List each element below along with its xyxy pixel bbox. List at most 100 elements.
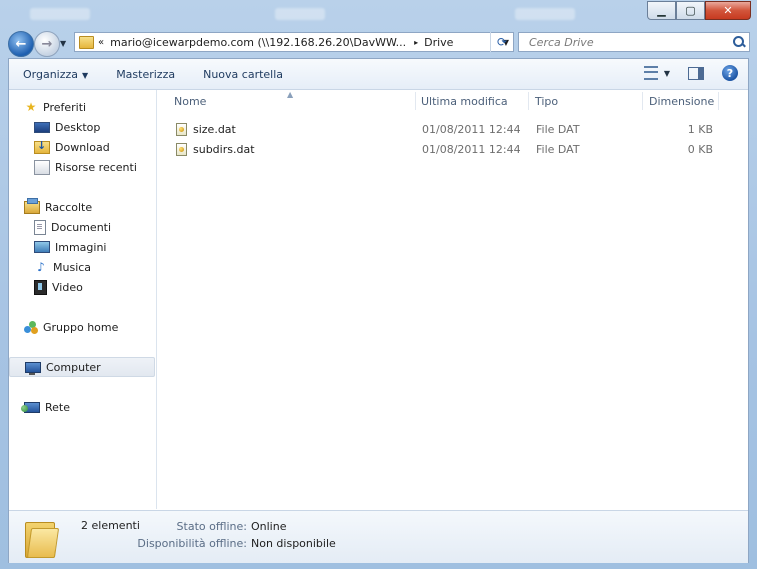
nav-music[interactable]: ♪ Musica [9, 257, 155, 277]
organize-menu-button[interactable]: Organizza ▼ [23, 68, 88, 81]
nav-label: Computer [46, 360, 101, 374]
details-pane: 2 elementi Stato offline: Online Disponi… [9, 510, 748, 563]
close-icon: ✕ [723, 4, 733, 17]
file-modified: 01/08/2011 12:44 [422, 122, 521, 136]
address-overflow-chevron[interactable]: « [98, 37, 104, 48]
homegroup-dot [31, 326, 38, 334]
new-folder-button[interactable]: Nuova cartella [203, 68, 283, 81]
maximize-icon: ▢ [685, 4, 696, 17]
column-label: Ultima modifica [421, 94, 508, 108]
nav-homegroup[interactable]: Gruppo home [9, 317, 155, 337]
forward-arrow-icon: → [41, 36, 53, 52]
file-type: File DAT [536, 142, 580, 156]
maximize-button[interactable]: ▢ [676, 1, 705, 20]
document-icon [34, 219, 46, 235]
minimize-icon: ▁ [657, 4, 666, 17]
file-row[interactable]: size.dat 01/08/2011 12:44 File DAT 1 KB [157, 119, 747, 139]
file-name: subdirs.dat [193, 142, 255, 156]
chevron-down-icon: ▼ [82, 70, 89, 80]
column-header-name[interactable]: Nome ▲ [157, 90, 415, 112]
navigation-pane: ★ Preferiti Desktop Download Risorse rec… [9, 90, 157, 509]
column-header-type[interactable]: Tipo [528, 90, 642, 112]
blurred-title-text [515, 8, 575, 20]
nav-label: Rete [45, 400, 70, 414]
file-name-cell[interactable]: size.dat [176, 119, 236, 139]
address-path-segment[interactable]: mario@icewarpdemo.com (\\192.168.26.20\D… [110, 36, 406, 49]
nav-libraries[interactable]: Raccolte [9, 197, 155, 217]
blurred-title-text [275, 8, 325, 20]
nav-favorites[interactable]: ★ Preferiti [9, 97, 155, 117]
nav-images[interactable]: Immagini [9, 237, 155, 257]
column-divider[interactable] [718, 92, 719, 110]
title-bar[interactable]: ▁ ▢ ✕ [0, 0, 757, 28]
offline-availability-label: Disponibilità offline: [137, 537, 247, 550]
view-options-dropdown[interactable]: ▼ [664, 69, 670, 78]
libraries-icon [24, 197, 40, 214]
file-name-cell[interactable]: subdirs.dat [176, 139, 255, 159]
address-row: ← → ▼ « mario@icewarpdemo.com (\\192.168… [0, 28, 757, 58]
file-size: 0 KB [687, 142, 713, 156]
back-arrow-icon: ← [15, 36, 27, 52]
nav-label: Immagini [55, 240, 107, 254]
recent-pages-dropdown[interactable]: ▼ [60, 39, 66, 48]
sort-ascending-icon: ▲ [287, 90, 294, 99]
back-button[interactable]: ← [8, 31, 34, 57]
column-label: Tipo [535, 94, 559, 108]
music-note-icon: ♪ [37, 260, 45, 274]
burn-label: Masterizza [116, 67, 176, 81]
search-input[interactable] [527, 34, 721, 50]
preview-pane-icon[interactable] [688, 66, 704, 80]
search-box[interactable] [518, 32, 750, 52]
nav-network[interactable]: Rete [9, 397, 155, 417]
file-type: File DAT [536, 122, 580, 136]
file-row[interactable]: subdirs.dat 01/08/2011 12:44 File DAT 0 … [157, 139, 747, 159]
file-modified: 01/08/2011 12:44 [422, 142, 521, 156]
nav-desktop[interactable]: Desktop [9, 117, 155, 137]
refresh-icon: ⟳ [496, 35, 508, 49]
burn-button[interactable]: Masterizza [116, 68, 175, 81]
file-name: size.dat [193, 122, 236, 136]
nav-video[interactable]: Video [9, 277, 155, 297]
close-button[interactable]: ✕ [705, 1, 751, 20]
refresh-button[interactable]: ⟳ [490, 32, 513, 52]
network-icon [21, 401, 40, 413]
nav-label: Desktop [55, 120, 101, 134]
nav-label: Documenti [51, 220, 112, 234]
address-bar[interactable]: « mario@icewarpdemo.com (\\192.168.26.20… [74, 32, 514, 52]
minimize-button[interactable]: ▁ [647, 1, 676, 20]
homegroup-icon [24, 320, 38, 334]
nav-label: Risorse recenti [55, 160, 137, 174]
offline-status-label: Stato offline: [176, 520, 247, 533]
forward-button[interactable]: → [34, 31, 60, 57]
search-icon[interactable] [733, 36, 745, 48]
nav-download[interactable]: Download [9, 137, 155, 157]
nav-documents[interactable]: Documenti [9, 217, 155, 237]
explorer-window: ▁ ▢ ✕ ← → ▼ « mario@icewarpdemo.com (\\1… [0, 0, 757, 569]
nav-label: Raccolte [45, 200, 93, 214]
nav-label: Gruppo home [43, 320, 119, 334]
column-header-modified[interactable]: Ultima modifica [415, 90, 528, 112]
star-icon: ★ [25, 100, 37, 114]
column-label: Nome [174, 94, 207, 108]
dat-file-icon [176, 122, 187, 136]
column-header-size[interactable]: Dimensione [642, 90, 718, 112]
dat-file-icon [176, 142, 187, 156]
command-bar: Organizza ▼ Masterizza Nuova cartella ▼ ? [9, 59, 748, 90]
explorer-body: Organizza ▼ Masterizza Nuova cartella ▼ ?… [8, 58, 749, 563]
pictures-icon [34, 241, 50, 253]
view-controls: ▼ ? [643, 65, 738, 81]
offline-status-value: Online [251, 520, 287, 533]
file-size: 1 KB [687, 122, 713, 136]
nav-recent-places[interactable]: Risorse recenti [9, 157, 155, 177]
help-icon[interactable]: ? [722, 65, 738, 81]
download-folder-icon [34, 139, 50, 154]
desktop-icon [34, 121, 50, 133]
change-view-icon[interactable] [643, 66, 658, 80]
folder-icon [79, 35, 94, 49]
address-current-segment[interactable]: Drive [424, 36, 453, 49]
breadcrumb-arrow-icon[interactable]: ▸ [414, 38, 418, 47]
folder-icon [25, 518, 60, 558]
column-label: Dimensione [649, 94, 715, 108]
nav-computer[interactable]: Computer [9, 357, 155, 377]
nav-label: Video [52, 280, 83, 294]
